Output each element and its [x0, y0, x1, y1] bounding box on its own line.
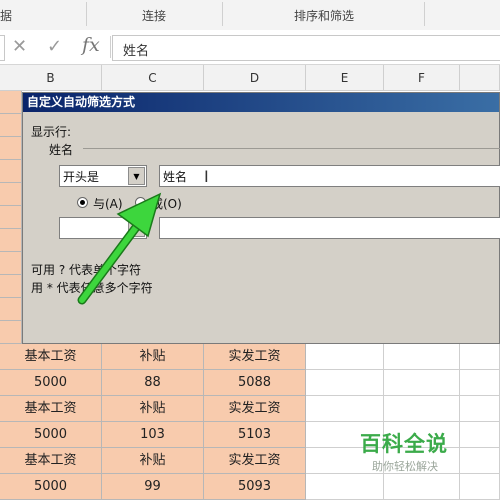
annotation-arrow: [77, 192, 162, 305]
arrow-icon: [77, 192, 162, 305]
watermark: 百科全说 助你轻松解决: [360, 428, 448, 474]
watermark-title: 百科全说: [360, 432, 448, 456]
watermark-subtitle: 助你轻松解决: [372, 460, 438, 473]
